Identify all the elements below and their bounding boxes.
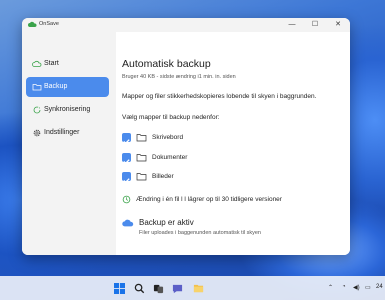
folder-row-skrivebord[interactable]: Skrivebord	[122, 132, 322, 145]
sidebar-item-synkronisering[interactable]: Synkronisering	[26, 100, 109, 120]
choose-folders-label: Vælg mapper til backup nedenfor:	[122, 114, 220, 121]
gear-icon	[33, 129, 41, 137]
backup-status: Backup er aktiv Filer uploades i baggenu…	[122, 217, 342, 243]
title-bar[interactable]: OnSave — ☐ ✕	[22, 18, 350, 32]
folder-label: Dokumenter	[152, 154, 188, 161]
chat-icon[interactable]	[172, 283, 183, 294]
sidebar: Start Backup Synkronisering Indstillinge…	[22, 32, 116, 255]
sidebar-item-label: Synkronisering	[44, 106, 91, 113]
folder-row-dokumenter[interactable]: Dokumenter	[122, 152, 322, 165]
folder-icon	[136, 154, 147, 162]
sidebar-item-backup[interactable]: Backup	[26, 77, 109, 97]
folder-row-billeder[interactable]: Billeder	[122, 171, 322, 184]
folder-icon	[136, 173, 147, 181]
checkmark-icon	[123, 178, 130, 184]
close-button[interactable]: ✕	[332, 20, 344, 30]
sync-icon	[33, 106, 41, 114]
folder-label: Billeder	[152, 173, 174, 180]
folder-icon	[136, 134, 147, 142]
backup-usage-subtitle: Bruger 40 KB - sidste ændring i1 min. in…	[122, 74, 236, 80]
sidebar-item-label: Backup	[44, 83, 68, 90]
windows-start-icon[interactable]	[114, 283, 125, 294]
history-clock-icon	[122, 195, 131, 204]
folder-label: Skrivebord	[152, 134, 184, 141]
maximize-button[interactable]: ☐	[309, 20, 321, 30]
search-icon[interactable]	[134, 283, 145, 294]
window-title: OnSave	[39, 21, 59, 27]
clock[interactable]: 24	[376, 284, 383, 290]
backup-description: Mapper og filer stikkerhedskopieres lobe…	[122, 93, 317, 100]
wifi-icon[interactable]: ◔	[342, 284, 346, 290]
cloud-icon	[122, 219, 134, 227]
status-title: Backup er aktiv	[139, 218, 194, 227]
cloud-outline-icon	[32, 60, 42, 67]
checkmark-icon	[123, 159, 130, 165]
app-window: OnSave — ☐ ✕ Start Backup Synkronisering	[22, 18, 350, 255]
volume-icon[interactable]: ◀)	[353, 284, 360, 291]
page-title: Automatisk backup	[122, 58, 211, 70]
sidebar-item-indstillinger[interactable]: Indstillinger	[26, 123, 109, 143]
version-history-text: Ændring i én fil l l lägrer op til 30 ti…	[136, 196, 282, 203]
version-history-info: Ændring i én fil l l lägrer op til 30 ti…	[122, 194, 342, 206]
folder-checkbox[interactable]	[122, 133, 131, 145]
task-view-icon[interactable]	[153, 283, 164, 294]
minimize-button[interactable]: —	[286, 20, 298, 30]
folder-icon	[32, 84, 42, 91]
main-content: Automatisk backup Bruger 40 KB - sidste …	[116, 32, 350, 255]
folder-checkbox[interactable]	[122, 172, 131, 184]
sidebar-item-label: Start	[44, 60, 59, 67]
sidebar-item-label: Indstillinger	[44, 129, 80, 136]
battery-icon[interactable]: ▭	[365, 284, 371, 291]
taskbar: ⌃ ◔ ◀) ▭ 24	[0, 276, 385, 300]
folder-checkbox[interactable]	[122, 153, 131, 165]
checkmark-icon	[123, 139, 130, 145]
status-subtitle: Filer uploades i baggenunden automatisk …	[139, 230, 261, 236]
sidebar-item-start[interactable]: Start	[26, 54, 109, 74]
file-explorer-icon[interactable]	[193, 283, 204, 294]
app-cloud-icon	[28, 21, 37, 27]
tray-chevron-icon[interactable]: ⌃	[328, 284, 333, 291]
